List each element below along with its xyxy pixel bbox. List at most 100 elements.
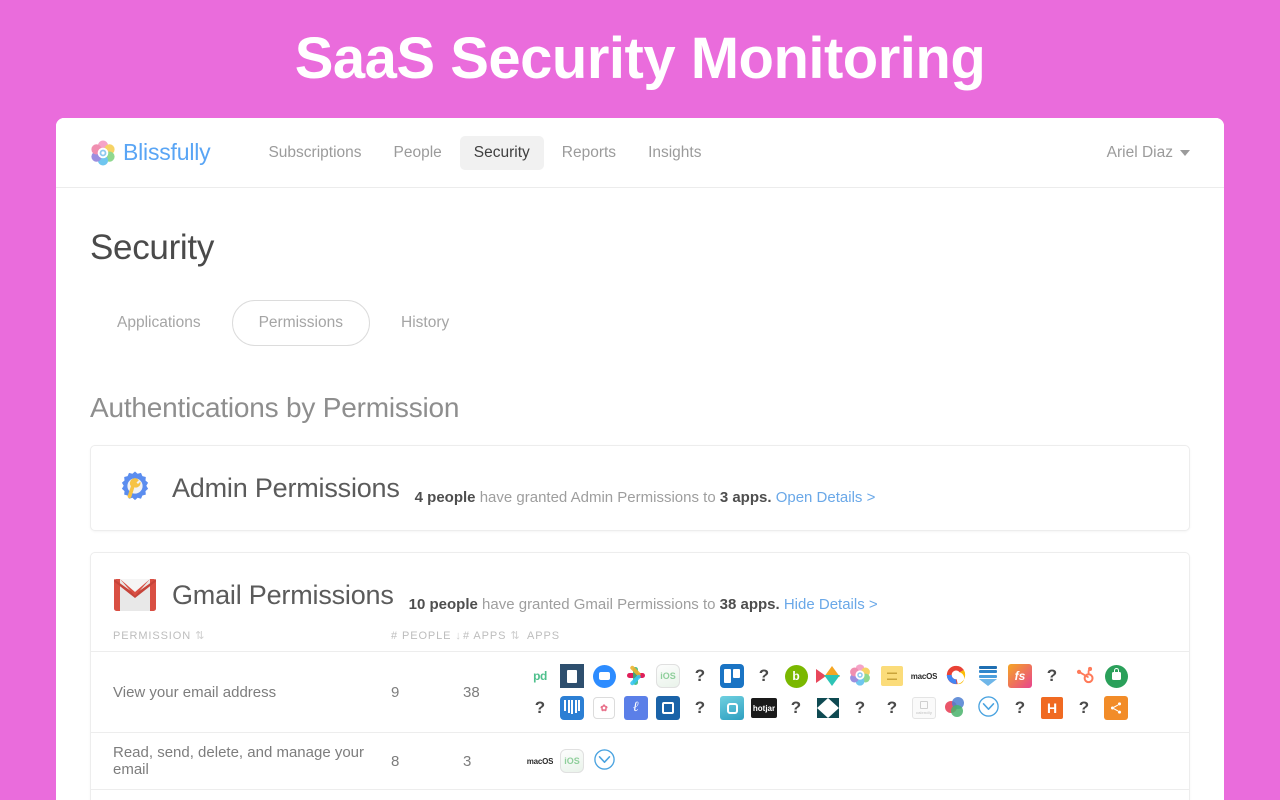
page-title: Security bbox=[90, 228, 215, 267]
unknown-app-icon[interactable]: ? bbox=[687, 663, 713, 689]
page-content: Security Applications Permissions Histor… bbox=[56, 188, 1224, 800]
banner-title: SaaS Security Monitoring bbox=[294, 26, 986, 91]
tab-permissions[interactable]: Permissions bbox=[231, 300, 370, 346]
calendar-app-icon[interactable]: ✿ bbox=[591, 695, 617, 721]
lucidchart-icon[interactable]: ℓ bbox=[623, 695, 649, 721]
nav-link-security[interactable]: Security bbox=[459, 135, 544, 170]
gmail-icon bbox=[113, 573, 157, 617]
chrome-c-icon[interactable] bbox=[943, 663, 969, 689]
share-orange-icon[interactable] bbox=[1103, 695, 1129, 721]
nav-link-insights[interactable]: Insights bbox=[634, 136, 715, 170]
column-header-people[interactable]: # PEOPLE ↓ bbox=[391, 623, 463, 652]
cell-apps-icons bbox=[527, 789, 1189, 800]
pd-icon[interactable]: pd bbox=[527, 663, 553, 689]
permissions-table: PERMISSION ⇅ # PEOPLE ↓ # APPS ⇅ APPS View … bbox=[91, 623, 1189, 800]
column-header-apps[interactable]: # APPS ⇅ bbox=[463, 623, 527, 652]
app-window: Blissfully Subscriptions People Security… bbox=[56, 118, 1224, 800]
nav-link-subscriptions[interactable]: Subscriptions bbox=[254, 136, 375, 170]
open-details-link[interactable]: Open Details > bbox=[776, 489, 876, 506]
cell-permission: View your email address bbox=[91, 651, 391, 733]
trello-icon[interactable] bbox=[719, 663, 745, 689]
clock-circle-icon[interactable] bbox=[591, 748, 617, 774]
app-icon-list: macOS iOS bbox=[527, 748, 1147, 774]
teal-app-icon[interactable] bbox=[719, 695, 745, 721]
macos-icon[interactable]: macOS bbox=[527, 748, 553, 774]
card-header: Admin Permissions 4 people have granted … bbox=[91, 446, 1189, 530]
admin-gear-wrench-icon bbox=[113, 466, 157, 510]
ios-icon[interactable]: iOS bbox=[559, 748, 585, 774]
top-navbar: Blissfully Subscriptions People Security… bbox=[56, 118, 1224, 188]
sort-desc-icon: ↓ bbox=[455, 629, 462, 642]
unknown-app-icon[interactable]: ? bbox=[1039, 663, 1065, 689]
unknown-app-icon[interactable]: ? bbox=[1071, 695, 1097, 721]
h-orange-icon[interactable]: H bbox=[1039, 695, 1065, 721]
cell-apps: 3 bbox=[463, 732, 527, 790]
unknown-app-icon[interactable]: ? bbox=[879, 695, 905, 721]
unknown-app-icon[interactable]: ? bbox=[527, 695, 553, 721]
card-subtitle: 10 people have granted Gmail Permissions… bbox=[409, 596, 878, 617]
permission-card-admin: Admin Permissions 4 people have granted … bbox=[90, 445, 1190, 531]
bitly-icon[interactable]: b bbox=[783, 663, 809, 689]
card-sub-mid: have granted Admin Permissions to bbox=[475, 489, 720, 506]
unknown-app-icon[interactable]: ? bbox=[687, 695, 713, 721]
colorball-icon[interactable] bbox=[943, 695, 969, 721]
hide-details-link[interactable]: Hide Details > bbox=[784, 596, 878, 613]
brand-name: Blissfully bbox=[123, 139, 211, 165]
unknown-app-icon[interactable]: ? bbox=[1007, 695, 1033, 721]
card-subtitle: 4 people have granted Admin Permissions … bbox=[415, 489, 876, 510]
nav-link-reports[interactable]: Reports bbox=[548, 136, 630, 170]
slack-icon[interactable] bbox=[623, 663, 649, 689]
sort-icon: ⇅ bbox=[510, 630, 521, 642]
table-row[interactable]: View and modify but not delete your emai… bbox=[91, 789, 1189, 800]
cell-apps: 1 bbox=[463, 789, 527, 800]
macos-icon[interactable]: macOS bbox=[911, 663, 937, 689]
column-header-apps-list: APPS bbox=[527, 623, 1189, 652]
page-banner: SaaS Security Monitoring bbox=[0, 0, 1280, 118]
cell-people: 9 bbox=[391, 651, 463, 733]
column-header-permission[interactable]: PERMISSION ⇅ bbox=[91, 623, 391, 652]
origami-icon[interactable] bbox=[815, 663, 841, 689]
brand-logo[interactable]: Blissfully bbox=[90, 139, 211, 166]
card-people-count: 4 people bbox=[414, 489, 476, 506]
zendesk-icon[interactable] bbox=[815, 695, 841, 721]
intercom-icon[interactable] bbox=[559, 695, 585, 721]
blissfully-icon[interactable] bbox=[847, 663, 873, 689]
sticky-note-icon[interactable]: ▬▬ ▬▬ bbox=[879, 663, 905, 689]
app-icon-list: pd iOS?? b ▬▬ ▬▬ macOS fs?? ✿ ℓ? hotjar??? calendl… bbox=[527, 663, 1147, 721]
cell-permission: Read, send, delete, and manage your emai… bbox=[91, 732, 391, 790]
cell-people: 2 bbox=[391, 789, 463, 800]
cell-apps: 38 bbox=[463, 651, 527, 733]
table-body: View your email address 9 38 pd iOS?? b ▬▬ ▬… bbox=[91, 651, 1189, 800]
lastpass-lock-icon[interactable] bbox=[1103, 663, 1129, 689]
unknown-app-icon[interactable]: ? bbox=[783, 695, 809, 721]
user-name: Ariel Diaz bbox=[1106, 143, 1173, 161]
cell-apps-icons: pd iOS?? b ▬▬ ▬▬ macOS fs?? ✿ ℓ? hotjar??? calendl… bbox=[527, 651, 1189, 733]
ios-icon[interactable]: iOS bbox=[655, 663, 681, 689]
hubspot-icon[interactable] bbox=[1071, 663, 1097, 689]
stack-icon[interactable] bbox=[975, 663, 1001, 689]
sort-icon: ⇅ bbox=[195, 630, 206, 642]
quip-icon[interactable] bbox=[655, 695, 681, 721]
card-title: Gmail Permissions bbox=[172, 579, 394, 610]
hotjar-icon[interactable]: hotjar bbox=[751, 695, 777, 721]
permission-card-gmail: Gmail Permissions 10 people have granted… bbox=[90, 552, 1190, 800]
zoom-icon[interactable] bbox=[591, 663, 617, 689]
calendly-icon[interactable]: calendly bbox=[911, 695, 937, 721]
user-menu[interactable]: Ariel Diaz bbox=[1107, 144, 1190, 162]
table-row[interactable]: View your email address 9 38 pd iOS?? b ▬▬ ▬… bbox=[91, 651, 1189, 733]
upcounsel-icon[interactable] bbox=[559, 663, 585, 689]
tab-bar: Applications Permissions History bbox=[90, 300, 1190, 346]
card-apps-count: 38 apps. bbox=[719, 596, 780, 613]
blissfully-rosette-icon bbox=[90, 140, 116, 166]
fullstory-icon[interactable]: fs bbox=[1007, 663, 1033, 689]
tab-applications[interactable]: Applications bbox=[90, 300, 228, 346]
table-row[interactable]: Read, send, delete, and manage your emai… bbox=[91, 732, 1189, 790]
nav-link-people[interactable]: People bbox=[380, 136, 456, 170]
unknown-app-icon[interactable]: ? bbox=[751, 663, 777, 689]
clock-circle-icon[interactable] bbox=[975, 695, 1001, 721]
card-apps-count: 3 apps. bbox=[719, 489, 772, 506]
chevron-down-icon bbox=[1180, 149, 1190, 156]
tab-history[interactable]: History bbox=[374, 300, 476, 346]
column-label: # PEOPLE bbox=[391, 629, 452, 642]
unknown-app-icon[interactable]: ? bbox=[847, 695, 873, 721]
